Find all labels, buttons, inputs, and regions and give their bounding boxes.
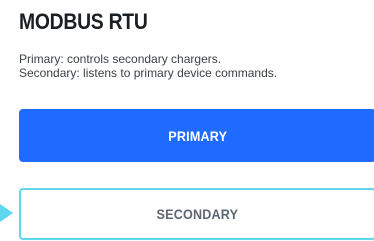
primary-button-label: PRIMARY — [168, 127, 227, 144]
section-description: Primary: controls secondary chargers. Se… — [19, 52, 277, 80]
pointer-arrow-icon — [0, 204, 13, 222]
section-title: MODBUS RTU — [19, 9, 148, 34]
primary-button[interactable]: PRIMARY — [19, 109, 374, 162]
secondary-button[interactable]: SECONDARY — [19, 188, 374, 240]
secondary-button-label: SECONDARY — [156, 206, 239, 222]
description-line-secondary: Secondary: listens to primary device com… — [19, 66, 278, 80]
description-line-primary: Primary: controls secondary chargers. — [19, 52, 222, 66]
